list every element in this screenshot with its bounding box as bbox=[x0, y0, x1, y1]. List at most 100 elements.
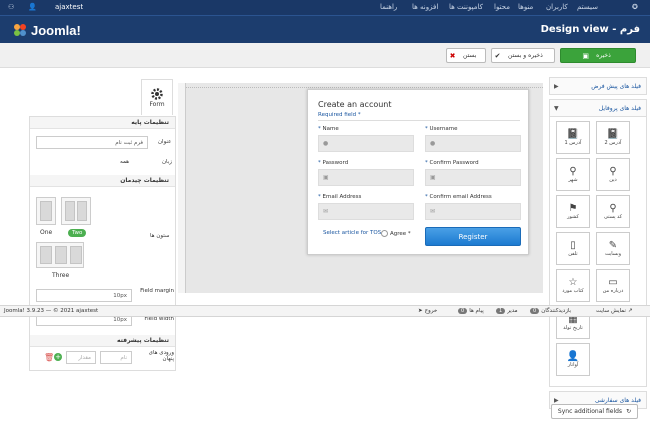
column-two-label: Two bbox=[68, 229, 87, 237]
confirm-email-field-label: * Confirm email Address bbox=[425, 194, 492, 200]
advanced-settings-heading: تنظیمات پیشرفته bbox=[30, 335, 175, 347]
copyright: Joomla! 3.9.23 — © 2021 ajaxtest bbox=[4, 308, 99, 314]
save-button[interactable]: ▣ ذخیره bbox=[560, 48, 636, 63]
required-note: Required field * bbox=[318, 112, 361, 118]
menu-content[interactable]: محتوا bbox=[494, 3, 510, 11]
field-about-me[interactable]: ▭ درباره من bbox=[596, 269, 630, 302]
field-city[interactable]: ⚲ شهر bbox=[556, 158, 590, 191]
chevron-down-icon: ▼ bbox=[554, 104, 559, 112]
agree-radio[interactable] bbox=[381, 230, 388, 237]
close-icon: ✖ bbox=[449, 51, 456, 60]
gear-icon bbox=[151, 88, 163, 100]
profile-fields-list: 📓 آدرس 2 📓 آدرس 1 ⚲ دین ⚲ شهر ⚲ کد پستی ⚑ کشور… bbox=[549, 117, 647, 387]
field-religion[interactable]: ⚲ دین bbox=[596, 158, 630, 191]
profile-fields-group[interactable]: ▼ فیلد های پروفایل bbox=[549, 99, 647, 117]
menu-extensions[interactable]: افزونه ها bbox=[412, 3, 438, 11]
save-icon: ▣ bbox=[582, 51, 589, 60]
user-name[interactable]: ajaxtest bbox=[55, 3, 83, 11]
name-input[interactable]: ● bbox=[318, 135, 414, 152]
status-bar: Joomla! 3.9.23 — © 2021 ajaxtest ➤ خروج 0… bbox=[0, 305, 650, 317]
field-address2[interactable]: 📓 آدرس 2 bbox=[596, 121, 630, 154]
save-close-button[interactable]: ✔ ذخیره و بستن bbox=[491, 48, 555, 63]
logout-link[interactable]: ➤ خروج bbox=[418, 308, 437, 314]
joomla-logo-icon bbox=[14, 24, 26, 36]
register-button[interactable]: Register bbox=[425, 227, 521, 246]
column-option-two[interactable] bbox=[61, 197, 91, 225]
user-icon: ● bbox=[323, 140, 329, 147]
close-button[interactable]: ✖ بستن bbox=[446, 48, 486, 63]
field-website[interactable]: ✎ وبسایت bbox=[596, 232, 630, 265]
field-margin-label: Field margin bbox=[140, 288, 174, 294]
visitors-link[interactable]: 0 بازدیدکنندگان bbox=[530, 308, 571, 314]
confirm-password-input[interactable]: ▣ bbox=[425, 169, 521, 186]
menu-menus[interactable]: منوها bbox=[518, 3, 533, 11]
address-book-icon: 📓 bbox=[566, 129, 580, 140]
field-margin-input[interactable]: 10px bbox=[36, 289, 132, 302]
map-marker-icon: ⚲ bbox=[569, 166, 577, 177]
check-icon: ✔ bbox=[494, 51, 501, 60]
menu-components[interactable]: کامپوننت ها bbox=[449, 3, 483, 11]
lock-icon: ▣ bbox=[430, 174, 436, 181]
address-book-icon: 📓 bbox=[606, 129, 620, 140]
hidden-inputs-label: ورودی های پنهان bbox=[148, 350, 174, 362]
column-three-label: Three bbox=[52, 272, 70, 279]
tab-form-label: Form bbox=[149, 101, 165, 108]
hidden-name-input[interactable]: نام bbox=[100, 351, 132, 364]
logout-icon: ➤ bbox=[418, 308, 423, 314]
field-phone[interactable]: ▯ تلفن bbox=[556, 232, 590, 265]
add-icon[interactable]: + bbox=[54, 353, 62, 361]
password-field-label: * Password bbox=[318, 160, 349, 166]
joomla-menu-icon[interactable]: ⚇ bbox=[8, 3, 14, 11]
edit-icon: ✎ bbox=[608, 240, 618, 251]
field-address1[interactable]: 📓 آدرس 1 bbox=[556, 121, 590, 154]
chevron-right-icon: ▶ bbox=[554, 396, 559, 404]
tos-link[interactable]: Select article for TOS bbox=[323, 230, 381, 236]
username-field-label: * Username bbox=[425, 126, 458, 132]
column-one-label: One bbox=[40, 229, 53, 236]
user-icon: ● bbox=[430, 140, 436, 147]
field-favourite-book[interactable]: ☆ کتاب مورد bbox=[556, 269, 590, 302]
form-title: Create an account bbox=[318, 100, 392, 109]
settings-panel: تنظیمات پایه عنوان فرم ثبت نام زبان همه … bbox=[29, 116, 176, 371]
sync-fields-button[interactable]: Sync additional fields ↻ bbox=[551, 404, 638, 419]
default-fields-group[interactable]: ▶ فیلد های پیش فرض bbox=[549, 77, 647, 95]
logo-text: Joomla! bbox=[31, 22, 81, 38]
menu-help[interactable]: راهنما bbox=[380, 3, 397, 11]
joomla-logo[interactable]: Joomla! bbox=[12, 22, 81, 38]
comment-icon: ▭ bbox=[608, 277, 618, 288]
vertical-ruler bbox=[178, 83, 186, 293]
horizontal-ruler bbox=[186, 83, 543, 88]
field-avatar[interactable]: 👤 آواتار bbox=[556, 343, 590, 376]
layout-settings-heading: تنظیمات چیدمان bbox=[30, 175, 175, 187]
email-input[interactable]: ✉ bbox=[318, 203, 414, 220]
user-icon: 👤 bbox=[566, 351, 580, 362]
title-input[interactable]: فرم ثبت نام bbox=[36, 136, 148, 149]
field-country[interactable]: ⚑ کشور bbox=[556, 195, 590, 228]
confirm-email-input[interactable]: ✉ bbox=[425, 203, 521, 220]
password-input[interactable]: ▣ bbox=[318, 169, 414, 186]
form-preview[interactable]: Create an account Required field * * Nam… bbox=[307, 89, 529, 255]
joomla-small-icon[interactable]: ✪ bbox=[632, 3, 638, 11]
column-option-one[interactable] bbox=[36, 197, 56, 225]
view-site-link[interactable]: نمایش سایت ↗ bbox=[596, 308, 633, 314]
hidden-value-input[interactable]: مقدار bbox=[66, 351, 96, 364]
field-postal-code[interactable]: ⚲ کد پستی bbox=[596, 195, 630, 228]
messages-link[interactable]: 0 پیام ها bbox=[458, 308, 484, 314]
admin-link[interactable]: 1 مدیر bbox=[496, 308, 518, 314]
menu-system[interactable]: سیستم bbox=[577, 3, 598, 11]
page-title: Design view - فرم bbox=[540, 24, 640, 35]
user-icon[interactable]: 👤 bbox=[28, 3, 37, 11]
tab-form[interactable]: Form bbox=[141, 79, 173, 115]
column-option-three[interactable] bbox=[36, 242, 84, 268]
fields-panel: ▶ فیلد های پیش فرض ▼ فیلد های پروفایل 📓 آدر… bbox=[549, 77, 647, 413]
email-field-label: * Email Address bbox=[318, 194, 362, 200]
admin-topbar: ⚇ 👤 ajaxtest راهنما افزونه ها کامپوننت ه… bbox=[0, 0, 650, 15]
delete-icon[interactable]: 🗑 bbox=[44, 353, 54, 362]
columns-label: ستون ها bbox=[150, 233, 170, 239]
menu-users[interactable]: کاربران bbox=[546, 3, 568, 11]
username-input[interactable]: ● bbox=[425, 135, 521, 152]
map-marker-icon: ⚲ bbox=[609, 203, 617, 214]
agree-checkbox[interactable]: Agree * bbox=[381, 230, 411, 237]
language-select[interactable]: همه bbox=[120, 159, 129, 165]
confirm-password-field-label: * Confirm Password bbox=[425, 160, 479, 166]
